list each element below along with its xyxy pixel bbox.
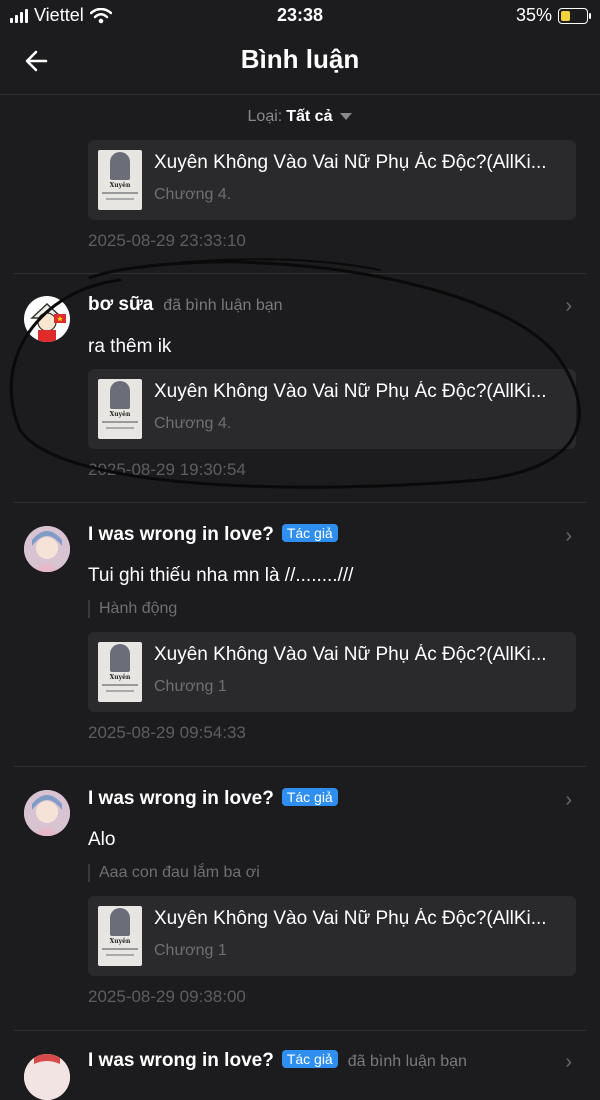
avatar[interactable] [24, 1054, 70, 1100]
book-cover: Xuyên [98, 642, 142, 702]
book-cover: Xuyên [98, 379, 142, 439]
quoted-text: Aaa con đau lắm ba ơi [88, 864, 260, 882]
battery-percent: 35% [515, 5, 552, 25]
filter-label: Loại: [247, 108, 283, 125]
book-title: Xuyên Không Vào Vai Nữ Phụ Ác Độc?(AllKi… [154, 908, 547, 929]
book-card[interactable]: Xuyên Xuyên Không Vào Vai Nữ Phụ Ác Độc?… [88, 896, 576, 976]
comment-text: Tui ghi thiếu nha mn là //......../// [88, 565, 354, 586]
username[interactable]: I was wrong in love? [88, 524, 274, 545]
chapter-label: Chương 1 [154, 678, 227, 695]
avatar[interactable] [24, 296, 70, 342]
book-title: Xuyên Không Vào Vai Nữ Phụ Ác Độc?(AllKi… [154, 152, 547, 173]
divider [14, 502, 586, 503]
divider [14, 273, 586, 274]
comment-date: 2025-08-29 23:33:10 [88, 231, 246, 250]
chapter-label: Chương 4. [154, 186, 232, 203]
action-text: đã bình luận bạn [163, 297, 283, 314]
filter-value[interactable]: Tất cả [286, 108, 332, 125]
username[interactable]: I was wrong in love? [88, 788, 274, 809]
book-cover: Xuyên [98, 906, 142, 966]
status-right: 35% [515, 5, 591, 26]
battery-icon [558, 7, 591, 24]
chapter-label: Chương 1 [154, 942, 227, 959]
username-row: I was wrong in love? Tác giả đã bình luận … [88, 1050, 467, 1072]
username-row: I was wrong in love? Tác giả [88, 524, 338, 546]
status-bar: Viettel 23:38 35% [0, 0, 600, 30]
book-card[interactable]: Xuyên Xuyên Không Vào Vai Nữ Phụ Ác Độc?… [88, 140, 576, 220]
caret-down-icon[interactable] [340, 113, 353, 121]
comment-text: Alo [88, 829, 116, 850]
comment-date: 2025-08-29 09:38:00 [88, 987, 246, 1006]
page-title: Bình luận [240, 44, 360, 74]
type-filter[interactable]: Loại: Tất cả [0, 108, 600, 126]
divider [14, 766, 586, 767]
author-badge: Tác giả [281, 524, 338, 542]
chevron-right-icon[interactable]: › [565, 789, 572, 812]
book-card[interactable]: Xuyên Xuyên Không Vào Vai Nữ Phụ Ác Độc?… [88, 632, 576, 712]
username[interactable]: I was wrong in love? [88, 1050, 274, 1071]
comment-date: 2025-08-29 09:54:33 [88, 723, 246, 742]
author-badge: Tác giả [281, 1050, 338, 1068]
nav-header: Bình luận [0, 30, 600, 95]
chevron-right-icon[interactable]: › [565, 525, 572, 548]
username-row: bơ sữa đã bình luận bạn [88, 294, 283, 316]
book-title: Xuyên Không Vào Vai Nữ Phụ Ác Độc?(AllKi… [154, 381, 547, 402]
chevron-right-icon[interactable]: › [565, 295, 572, 318]
book-title: Xuyên Không Vào Vai Nữ Phụ Ác Độc?(AllKi… [154, 644, 547, 665]
chevron-right-icon[interactable]: › [565, 1051, 572, 1074]
comment-date: 2025-08-29 19:30:54 [88, 460, 246, 479]
username-row: I was wrong in love? Tác giả [88, 788, 338, 810]
book-cover: Xuyên [98, 150, 142, 210]
avatar[interactable] [24, 790, 70, 836]
status-time: 23:38 [276, 5, 324, 25]
avatar[interactable] [24, 526, 70, 572]
book-card[interactable]: Xuyên Xuyên Không Vào Vai Nữ Phụ Ác Độc?… [88, 369, 576, 449]
chapter-label: Chương 4. [154, 415, 232, 432]
action-text: đã bình luận bạn [347, 1053, 467, 1070]
quoted-text: Hành động [88, 600, 177, 618]
comment-text: ra thêm ik [88, 336, 172, 357]
divider [14, 1030, 586, 1031]
author-badge: Tác giả [281, 788, 338, 806]
username[interactable]: bơ sữa [88, 294, 153, 315]
